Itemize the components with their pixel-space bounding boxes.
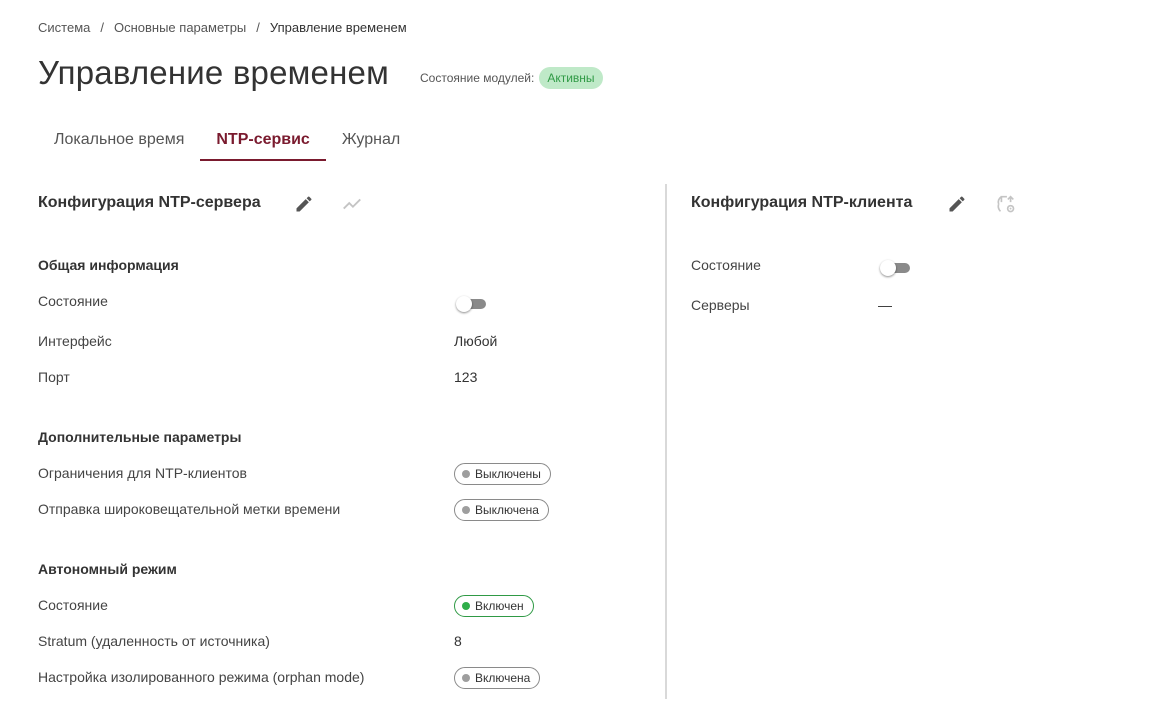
sync-settings-icon[interactable] <box>994 192 1018 216</box>
restrictions-status-chip: Выключены <box>454 463 551 485</box>
breadcrumb-item-system[interactable]: Система <box>38 20 90 35</box>
status-dot <box>462 674 470 682</box>
stratum-label: Stratum (удаленность от источника) <box>38 633 270 649</box>
broadcast-value: Выключена <box>475 503 539 517</box>
stratum-value: 8 <box>454 633 462 649</box>
broadcast-status-chip: Выключена <box>454 499 549 521</box>
extra-params-title: Дополнительные параметры <box>38 429 242 445</box>
server-config-title: Конфигурация NTP-сервера <box>38 194 261 211</box>
tabs: Локальное время NTP-сервис Журнал <box>38 122 416 161</box>
server-state-label: Состояние <box>38 293 108 309</box>
status-dot <box>462 602 470 610</box>
autonomous-mode-title: Автономный режим <box>38 561 177 577</box>
toggle-knob <box>456 296 472 312</box>
column-divider <box>665 184 667 699</box>
module-state: Состояние модулей: Активны <box>420 67 603 89</box>
server-state-toggle[interactable] <box>456 296 488 312</box>
status-dot <box>462 470 470 478</box>
tab-local-time[interactable]: Локальное время <box>38 122 200 161</box>
orphan-mode-label: Настройка изолированного режима (orphan … <box>38 669 365 685</box>
interface-value: Любой <box>454 333 498 349</box>
tab-journal[interactable]: Журнал <box>326 122 416 161</box>
servers-value: — <box>878 297 892 313</box>
client-state-label: Состояние <box>691 257 761 273</box>
restrictions-label: Ограничения для NTP-клиентов <box>38 465 247 481</box>
autonomous-state-value: Включен <box>475 599 524 613</box>
module-state-label: Состояние модулей: <box>420 71 535 85</box>
page-title: Управление временем <box>38 54 389 91</box>
orphan-mode-chip: Включена <box>454 667 541 689</box>
port-label: Порт <box>38 369 70 385</box>
autonomous-state-label: Состояние <box>38 597 108 613</box>
client-config-title: Конфигурация NTP-клиента <box>691 194 913 211</box>
status-badge: Активны <box>539 67 603 89</box>
breadcrumb-separator: / <box>100 20 104 35</box>
tab-ntp-service[interactable]: NTP-сервис <box>200 122 326 161</box>
breadcrumb-separator: / <box>256 20 260 35</box>
chart-icon[interactable] <box>340 192 364 216</box>
toggle-knob <box>880 260 896 276</box>
breadcrumb-item-current: Управление временем <box>269 20 407 35</box>
status-dot <box>462 506 470 514</box>
breadcrumb: Система / Основные параметры / Управлени… <box>38 20 407 35</box>
edit-icon[interactable] <box>292 192 316 216</box>
restrictions-value: Выключены <box>475 467 541 481</box>
client-state-toggle[interactable] <box>880 260 912 276</box>
autonomous-state-chip: Включен <box>454 595 534 617</box>
broadcast-label: Отправка широковещательной метки времени <box>38 501 341 517</box>
breadcrumb-item-basic-params[interactable]: Основные параметры <box>114 20 246 35</box>
general-info-title: Общая информация <box>38 257 179 273</box>
servers-label: Серверы <box>691 297 750 313</box>
interface-label: Интерфейс <box>38 333 112 349</box>
port-value: 123 <box>454 369 478 385</box>
edit-icon[interactable] <box>945 192 969 216</box>
orphan-mode-value: Включена <box>475 671 531 685</box>
